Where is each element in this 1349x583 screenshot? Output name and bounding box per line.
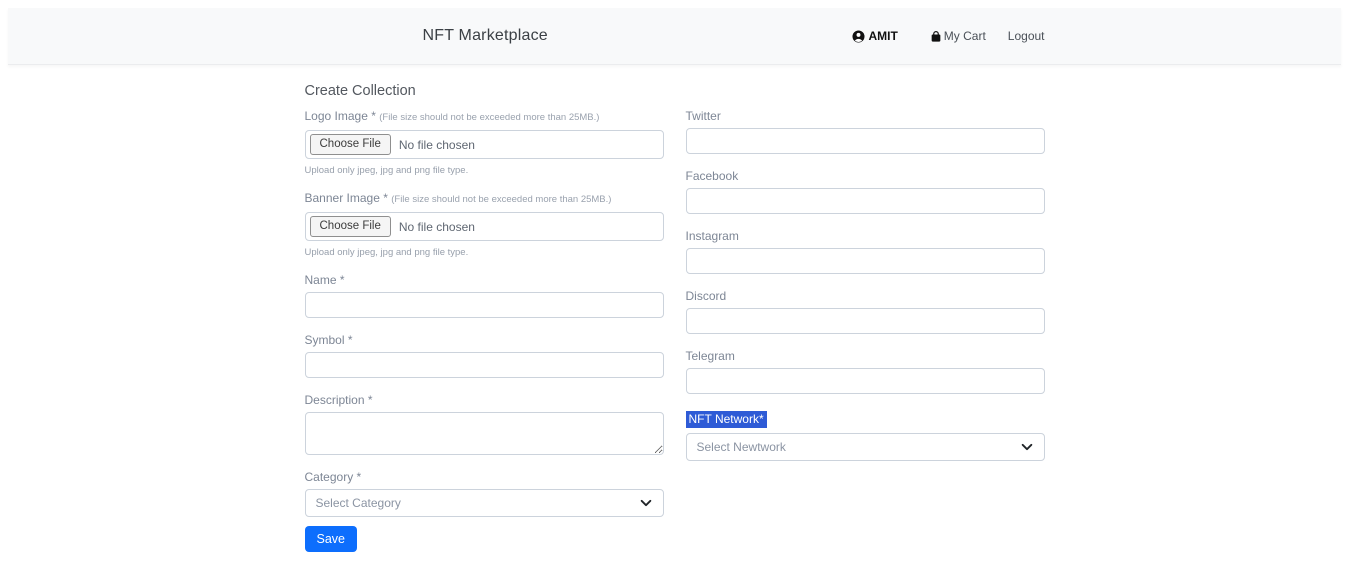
navbar: NFT Marketplace AMIT	[8, 8, 1341, 65]
logo-file-help: Upload only jpeg, jpg and png file type.	[305, 166, 664, 176]
twitter-label: Twitter	[686, 110, 1045, 122]
logo-file-input[interactable]: Choose File No file chosen	[305, 130, 664, 159]
logo-image-size-note: (File size should not be exceeded more t…	[379, 112, 599, 123]
chevron-down-icon	[639, 496, 653, 510]
telegram-label: Telegram	[686, 350, 1045, 362]
banner-file-status: No file chosen	[399, 220, 475, 234]
twitter-input[interactable]	[686, 128, 1045, 154]
name-group: Name *	[305, 274, 664, 318]
logo-file-status: No file chosen	[399, 138, 475, 152]
facebook-group: Facebook	[686, 170, 1045, 214]
brand-title: NFT Marketplace	[423, 27, 548, 45]
category-select[interactable]: Select Category	[305, 489, 664, 517]
logo-choose-file-button[interactable]: Choose File	[310, 134, 391, 155]
category-group: Category * Select Category	[305, 471, 664, 517]
banner-image-group: Banner Image * (File size should not be …	[305, 192, 664, 258]
symbol-group: Symbol *	[305, 334, 664, 378]
nav-user[interactable]: AMIT	[852, 29, 897, 43]
form-right-column: Twitter Facebook Instagram Discord Teleg…	[686, 110, 1045, 477]
nav-items: AMIT My Cart Logout	[852, 29, 1044, 43]
person-circle-icon	[852, 30, 865, 43]
banner-file-help: Upload only jpeg, jpg and png file type.	[305, 248, 664, 258]
name-input[interactable]	[305, 292, 664, 318]
instagram-label: Instagram	[686, 230, 1045, 242]
category-selected-value: Select Category	[316, 496, 401, 510]
banner-file-input[interactable]: Choose File No file chosen	[305, 212, 664, 241]
chevron-down-icon	[1020, 440, 1034, 454]
description-label: Description *	[305, 394, 664, 406]
symbol-label: Symbol *	[305, 334, 664, 346]
page-title: Create Collection	[305, 83, 1045, 99]
nav-cart[interactable]: My Cart	[930, 29, 986, 43]
nav-user-label: AMIT	[868, 29, 897, 43]
name-label: Name *	[305, 274, 664, 286]
description-group: Description *	[305, 394, 664, 455]
nft-network-group: NFT Network* Select Newtwork	[686, 410, 1045, 461]
banner-image-size-note: (File size should not be exceeded more t…	[391, 194, 611, 205]
category-label: Category *	[305, 471, 664, 483]
instagram-input[interactable]	[686, 248, 1045, 274]
banner-image-label-text: Banner Image *	[305, 191, 388, 205]
bag-icon	[930, 30, 942, 43]
symbol-input[interactable]	[305, 352, 664, 378]
discord-input[interactable]	[686, 308, 1045, 334]
twitter-group: Twitter	[686, 110, 1045, 154]
instagram-group: Instagram	[686, 230, 1045, 274]
logo-image-label: Logo Image * (File size should not be ex…	[305, 110, 664, 124]
description-textarea[interactable]	[305, 412, 664, 455]
nft-network-label: NFT Network*	[686, 411, 767, 428]
form-left-column: Logo Image * (File size should not be ex…	[305, 110, 664, 552]
telegram-input[interactable]	[686, 368, 1045, 394]
facebook-label: Facebook	[686, 170, 1045, 182]
create-collection-page: Create Collection Logo Image * (File siz…	[305, 65, 1045, 552]
navbar-inner: NFT Marketplace AMIT	[305, 8, 1045, 64]
discord-label: Discord	[686, 290, 1045, 302]
nft-network-selected-value: Select Newtwork	[697, 440, 786, 454]
facebook-input[interactable]	[686, 188, 1045, 214]
telegram-group: Telegram	[686, 350, 1045, 394]
save-button[interactable]: Save	[305, 526, 358, 552]
banner-choose-file-button[interactable]: Choose File	[310, 216, 391, 237]
logo-image-label-text: Logo Image *	[305, 109, 376, 123]
banner-image-label: Banner Image * (File size should not be …	[305, 192, 664, 206]
logo-image-group: Logo Image * (File size should not be ex…	[305, 110, 664, 176]
nav-cart-label: My Cart	[944, 29, 986, 43]
discord-group: Discord	[686, 290, 1045, 334]
nav-logout[interactable]: Logout	[1008, 29, 1045, 43]
nft-network-select[interactable]: Select Newtwork	[686, 433, 1045, 461]
